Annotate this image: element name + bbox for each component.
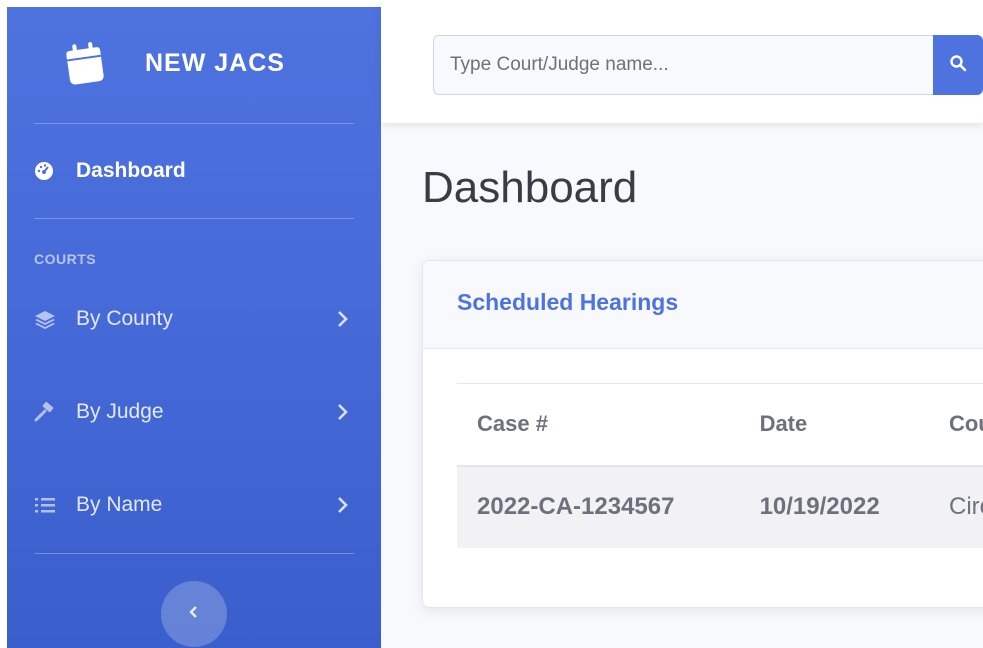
sidebar-divider — [34, 553, 354, 554]
card-body: Case # Date Court 2022-CA-1234567 10/19/… — [457, 383, 983, 548]
column-header-case[interactable]: Case # — [457, 383, 740, 467]
sidebar-divider — [34, 218, 354, 219]
card-title: Scheduled Hearings — [457, 289, 679, 315]
sidebar-item-by-county[interactable]: By County — [34, 299, 354, 339]
sidebar-section-heading: COURTS — [34, 251, 97, 267]
sidebar-item-label: Dashboard — [76, 159, 186, 182]
brand-name: NEW JACS — [145, 49, 285, 77]
card-header: Scheduled Hearings — [423, 261, 983, 349]
sidebar-item-dashboard[interactable]: Dashboard — [34, 151, 354, 191]
page-title: Dashboard — [422, 163, 638, 212]
cell-court: Circuit — [928, 465, 983, 548]
search-button[interactable] — [933, 35, 983, 95]
sidebar-brand[interactable]: NEW JACS — [7, 7, 381, 123]
hearings-table: Case # Date Court 2022-CA-1234567 10/19/… — [457, 383, 983, 548]
chevron-right-icon — [332, 495, 352, 515]
sidebar-divider — [34, 123, 354, 124]
sidebar-item-label: By Name — [76, 493, 163, 516]
chevron-right-icon — [332, 402, 352, 422]
main-content: Dashboard Scheduled Hearings Case # Date… — [381, 123, 983, 648]
sidebar: NEW JACS Dashboard COURTS By County By J… — [7, 7, 381, 648]
chevron-right-icon — [332, 309, 352, 329]
sidebar-item-by-judge[interactable]: By Judge — [34, 392, 354, 432]
table-header-row: Case # Date Court — [457, 383, 983, 467]
search-icon — [949, 54, 967, 77]
table-row[interactable]: 2022-CA-1234567 10/19/2022 Circuit — [457, 465, 983, 548]
topbar — [381, 0, 983, 123]
sidebar-item-by-name[interactable]: By Name — [34, 485, 354, 525]
search-form — [433, 35, 983, 95]
search-input[interactable] — [433, 35, 933, 95]
calendar-icon — [65, 37, 105, 93]
dashboard-icon — [34, 161, 62, 181]
column-header-date[interactable]: Date — [739, 383, 929, 467]
list-icon — [34, 495, 62, 515]
sidebar-item-label: By Judge — [76, 400, 164, 423]
column-header-court[interactable]: Court — [928, 383, 983, 467]
cell-case-number: 2022-CA-1234567 — [457, 465, 740, 548]
cell-date: 10/19/2022 — [739, 465, 929, 548]
sidebar-toggle-button[interactable] — [161, 581, 227, 647]
sidebar-item-label: By County — [76, 307, 173, 330]
scheduled-hearings-card: Scheduled Hearings Case # Date Court 202… — [422, 260, 983, 608]
chevron-left-icon — [186, 604, 202, 625]
gavel-icon — [34, 402, 62, 422]
layers-icon — [34, 309, 62, 329]
